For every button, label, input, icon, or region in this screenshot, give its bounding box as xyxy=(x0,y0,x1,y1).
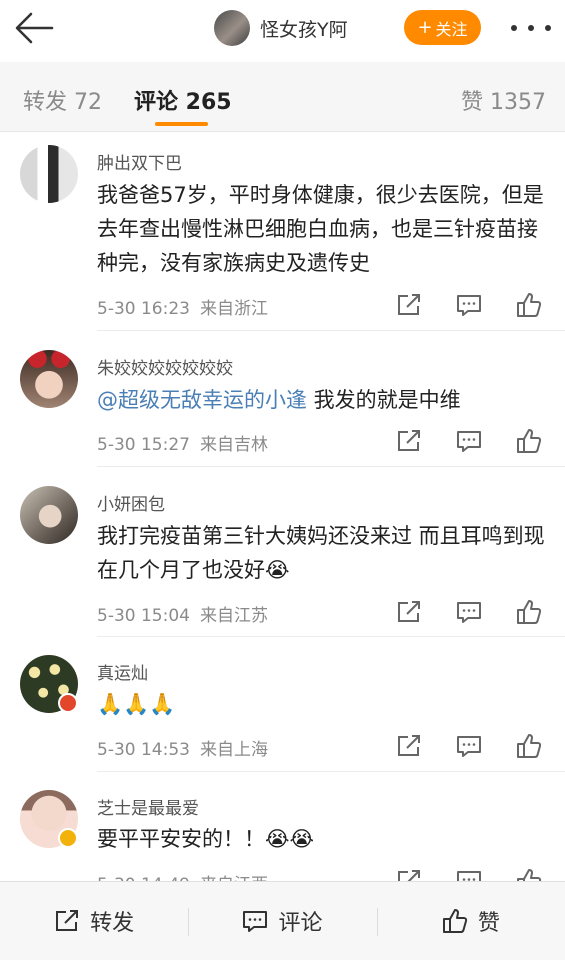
like-icon xyxy=(442,909,467,933)
comment-time: 5-30 16:23 xyxy=(97,299,190,319)
comment-icon[interactable] xyxy=(456,292,482,318)
post-author[interactable]: 怪女孩Y阿 xyxy=(214,10,348,46)
comment-actions xyxy=(396,292,542,318)
divider xyxy=(97,771,565,772)
divider xyxy=(97,330,565,331)
plus-icon: + xyxy=(417,17,433,38)
tab-comments[interactable]: 评论 265 xyxy=(134,84,232,116)
comment-label: 评论 xyxy=(278,911,323,936)
comment-meta: 5-30 15:04 来自江苏 xyxy=(97,601,268,626)
comment-icon[interactable] xyxy=(456,733,482,759)
comment-actions xyxy=(396,599,542,625)
tab-bar: 转发 72 评论 265 赞 1357 xyxy=(0,62,565,132)
comment-meta: 5-30 16:23 来自浙江 xyxy=(97,294,268,319)
repost-icon[interactable] xyxy=(396,292,422,318)
comment-source: 来自江苏 xyxy=(199,606,268,626)
like-icon[interactable] xyxy=(516,599,542,625)
comment-text: 我打完疫苗第三针大姨妈还没来过 而且耳鸣到现在几个月了也没好😭 xyxy=(97,524,545,582)
comment-time: 5-30 15:27 xyxy=(97,435,190,455)
repost-icon[interactable] xyxy=(396,428,422,454)
divider xyxy=(97,466,565,467)
verified-badge-icon xyxy=(58,828,78,848)
back-arrow-icon[interactable] xyxy=(14,10,54,46)
comment-actions xyxy=(396,428,542,454)
author-avatar[interactable] xyxy=(214,10,250,46)
avatar[interactable] xyxy=(20,486,78,544)
tab-likes[interactable]: 赞 1357 xyxy=(461,84,546,116)
commenter-name[interactable]: 朱姣姣姣姣姣姣姣 xyxy=(97,354,233,379)
follow-label: 关注 xyxy=(435,19,468,39)
bottom-action-bar: 转发 评论 赞 xyxy=(0,881,565,960)
comment-source: 来自浙江 xyxy=(199,299,268,319)
repost-icon[interactable] xyxy=(396,733,422,759)
repost-button[interactable]: 转发 xyxy=(0,882,188,960)
comment-time: 5-30 15:04 xyxy=(97,606,190,626)
comment-text: 要平平安安的！！😭😭 xyxy=(97,827,315,851)
repost-icon xyxy=(56,910,79,931)
like-icon[interactable] xyxy=(516,428,542,454)
comment-text: 我爸爸57岁，平时身体健康，很少去医院，但是去年查出慢性淋巴细胞白血病，也是三针… xyxy=(97,183,544,275)
follow-button[interactable]: + 关注 xyxy=(404,10,481,45)
comment-button[interactable]: 评论 xyxy=(188,882,376,960)
verified-badge-icon xyxy=(58,693,78,713)
commenter-name[interactable]: 肿出双下巴 xyxy=(97,149,182,174)
commenter-name[interactable]: 小妍困包 xyxy=(97,490,165,515)
more-dots-icon[interactable] xyxy=(511,16,551,40)
like-button[interactable]: 赞 xyxy=(376,882,565,960)
comment-time: 5-30 14:53 xyxy=(97,740,190,760)
comment-text-body: 我发的就是中维 xyxy=(307,388,461,412)
comment-source: 来自吉林 xyxy=(199,435,268,455)
like-label: 赞 xyxy=(477,911,500,936)
comment-meta: 5-30 15:27 来自吉林 xyxy=(97,430,268,455)
comment-source: 来自上海 xyxy=(199,740,268,760)
top-bar: 怪女孩Y阿 + 关注 xyxy=(0,0,565,58)
divider xyxy=(97,636,565,637)
comment-actions xyxy=(396,733,542,759)
repost-label: 转发 xyxy=(90,911,135,936)
tab-repost[interactable]: 转发 72 xyxy=(23,84,102,116)
comment-icon xyxy=(243,911,268,932)
commenter-name[interactable]: 真运灿 xyxy=(97,659,148,684)
commenter-name[interactable]: 芝士是最最爱 xyxy=(97,794,199,819)
author-name[interactable]: 怪女孩Y阿 xyxy=(260,15,348,42)
comment-icon[interactable] xyxy=(456,599,482,625)
repost-icon[interactable] xyxy=(396,599,422,625)
avatar[interactable] xyxy=(20,350,78,408)
comment-meta: 5-30 14:53 来自上海 xyxy=(97,735,268,760)
active-tab-indicator xyxy=(155,122,208,126)
avatar[interactable] xyxy=(20,145,78,203)
like-icon[interactable] xyxy=(516,733,542,759)
user-mention-link[interactable]: @超级无敌幸运的小逢 xyxy=(97,388,307,412)
comment-text: @超级无敌幸运的小逢 我发的就是中维 xyxy=(97,383,549,417)
comment-text: 🙏🙏🙏 xyxy=(97,692,176,716)
comment-icon[interactable] xyxy=(456,428,482,454)
like-icon[interactable] xyxy=(516,292,542,318)
